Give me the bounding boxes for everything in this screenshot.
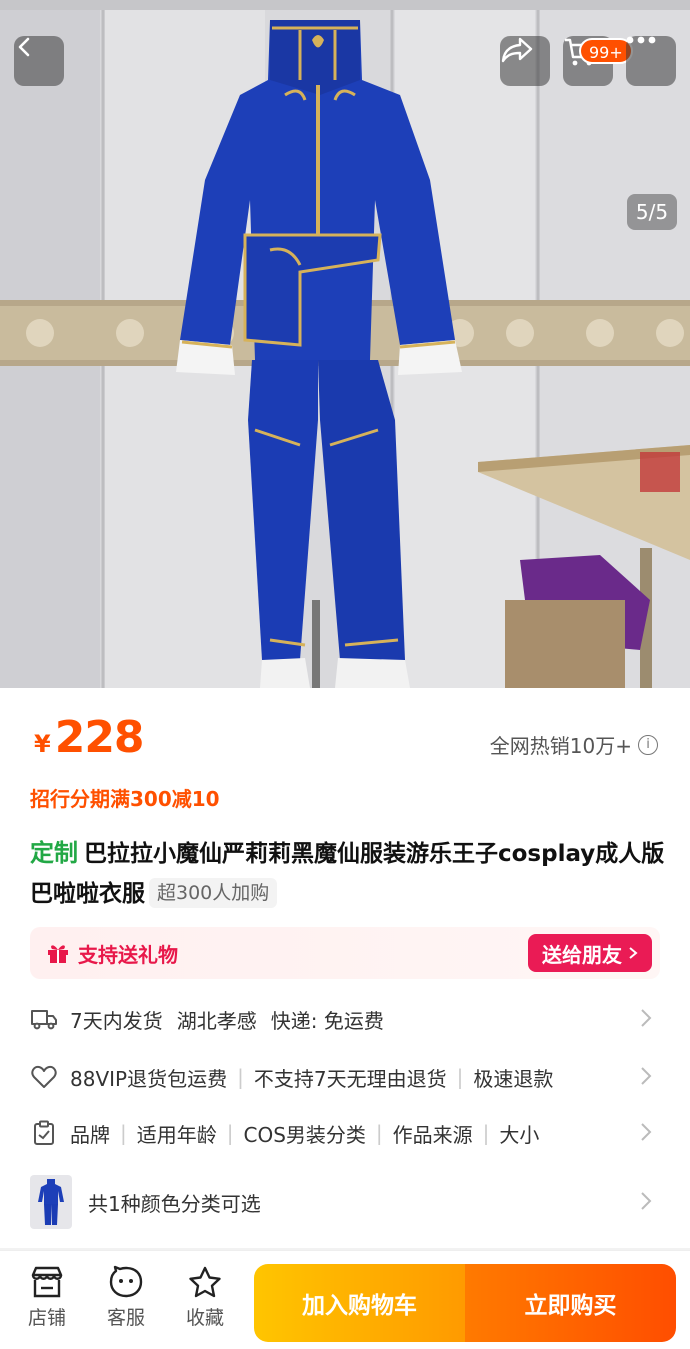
product-image[interactable]: 99+ 5/5 bbox=[0, 0, 690, 688]
sales-info[interactable]: 全网热销10万+ i bbox=[490, 730, 658, 759]
more-dots-icon bbox=[626, 36, 656, 44]
price-value: 228 bbox=[54, 712, 145, 763]
ship-fee: 快递: 免运费 bbox=[270, 1008, 384, 1033]
share-button[interactable] bbox=[500, 36, 550, 86]
clipboard-icon bbox=[30, 1119, 58, 1147]
shop-label: 店铺 bbox=[27, 1307, 66, 1329]
sales-text: 全网热销10万+ bbox=[489, 734, 632, 758]
param-brand: 品牌 bbox=[70, 1122, 110, 1147]
image-pager: 5/5 bbox=[627, 194, 677, 230]
product-title: 定制 巴拉拉小魔仙严莉莉黑魔仙服装游乐王子cosplay成人版巴啦啦衣服 超300人… bbox=[30, 833, 670, 914]
service-row[interactable]: 88VIP退货包运费 | 不支持7天无理由退货 | 极速退款 bbox=[30, 1057, 660, 1097]
add-to-cart-button[interactable]: 加入购物车 bbox=[254, 1264, 465, 1342]
param-source: 作品来源 bbox=[392, 1122, 473, 1147]
custom-tag: 定制 bbox=[30, 839, 78, 867]
share-icon bbox=[501, 37, 533, 63]
chevron-right-icon bbox=[629, 947, 638, 959]
gift-icon bbox=[48, 945, 68, 963]
chat-face-icon bbox=[109, 1265, 143, 1298]
gift-bar[interactable]: 支持送礼物 送给朋友 bbox=[30, 927, 660, 979]
sku-thumbnail bbox=[30, 1175, 72, 1229]
ship-time: 7天内发货 bbox=[70, 1008, 163, 1033]
back-button[interactable] bbox=[14, 36, 64, 86]
title-text: 巴拉拉小魔仙严莉莉黑魔仙服装游乐王子cosplay成人版巴啦啦衣服 bbox=[30, 841, 665, 907]
add-cart-count-chip: 超300人加购 bbox=[149, 878, 278, 908]
truck-icon bbox=[30, 1005, 58, 1033]
heart-shield-icon bbox=[30, 1063, 58, 1091]
service-no-7day: 不支持7天无理由退货 bbox=[253, 1066, 447, 1091]
currency-symbol: ¥ bbox=[34, 730, 51, 758]
star-icon bbox=[189, 1266, 221, 1298]
promo-text[interactable]: 招行分期满300减10 bbox=[30, 783, 220, 812]
shop-button[interactable]: 店铺 bbox=[12, 1265, 82, 1330]
customer-service-button[interactable]: 客服 bbox=[91, 1265, 161, 1330]
store-icon bbox=[31, 1266, 63, 1298]
param-category: COS男装分类 bbox=[243, 1122, 366, 1147]
sku-row[interactable]: 共1种颜色分类可选 bbox=[30, 1174, 660, 1230]
chevron-left-icon bbox=[18, 37, 30, 57]
param-size: 大小 bbox=[499, 1122, 540, 1147]
info-icon: i bbox=[638, 734, 658, 755]
favorite-button[interactable]: 收藏 bbox=[170, 1265, 240, 1330]
price: ¥228 bbox=[34, 712, 145, 763]
sku-text: 共1种颜色分类可选 bbox=[88, 1191, 261, 1216]
cart-count-badge: 99+ bbox=[579, 38, 633, 64]
chevron-right-icon bbox=[641, 1067, 652, 1085]
param-age: 适用年龄 bbox=[136, 1122, 217, 1147]
send-to-friend-button[interactable]: 送给朋友 bbox=[528, 934, 652, 972]
ship-origin: 湖北孝感 bbox=[176, 1008, 257, 1033]
shipping-row[interactable]: 7天内发货 湖北孝感 快递: 免运费 bbox=[30, 999, 660, 1039]
service-fast-refund: 极速退款 bbox=[473, 1066, 554, 1091]
chevron-right-icon bbox=[641, 1009, 652, 1027]
bottom-action-bar: 店铺 客服 收藏 加入购物车 立即购买 bbox=[0, 1250, 690, 1349]
costume-photo bbox=[0, 0, 690, 688]
params-row[interactable]: 品牌 | 适用年龄 | COS男装分类 | 作品来源 | 大小 bbox=[30, 1113, 660, 1153]
chevron-right-icon bbox=[641, 1192, 652, 1210]
send-to-friend-label: 送给朋友 bbox=[542, 942, 622, 967]
buy-now-button[interactable]: 立即购买 bbox=[465, 1264, 676, 1342]
gift-label: 支持送礼物 bbox=[78, 942, 178, 967]
service-vip-return: 88VIP退货包运费 bbox=[70, 1066, 228, 1091]
fav-label: 收藏 bbox=[185, 1307, 224, 1329]
more-button[interactable] bbox=[626, 36, 676, 86]
service-label: 客服 bbox=[106, 1307, 145, 1329]
chevron-right-icon bbox=[641, 1123, 652, 1141]
